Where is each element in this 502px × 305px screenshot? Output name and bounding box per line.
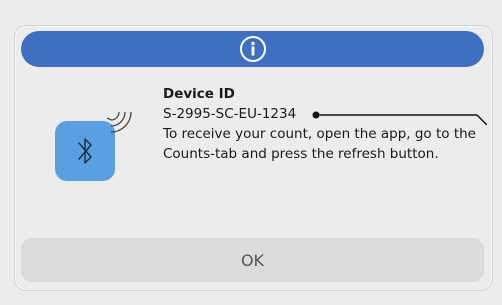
- device-id-value: S-2995-SC-EU-1234: [163, 106, 297, 122]
- dialog-header: [21, 31, 484, 67]
- bluetooth-graphic: [55, 104, 145, 184]
- signal-waves-icon: [107, 111, 132, 133]
- info-icon: [239, 36, 266, 62]
- callout-line: [312, 111, 487, 125]
- device-info-dialog: Device ID S-2995-SC-EU-1234 To receive y…: [14, 25, 493, 291]
- bluetooth-icon: [55, 121, 115, 181]
- instruction-message: To receive your count, open the app, go …: [163, 126, 476, 162]
- device-id-label: Device ID: [163, 86, 235, 102]
- ok-button[interactable]: OK: [21, 238, 484, 282]
